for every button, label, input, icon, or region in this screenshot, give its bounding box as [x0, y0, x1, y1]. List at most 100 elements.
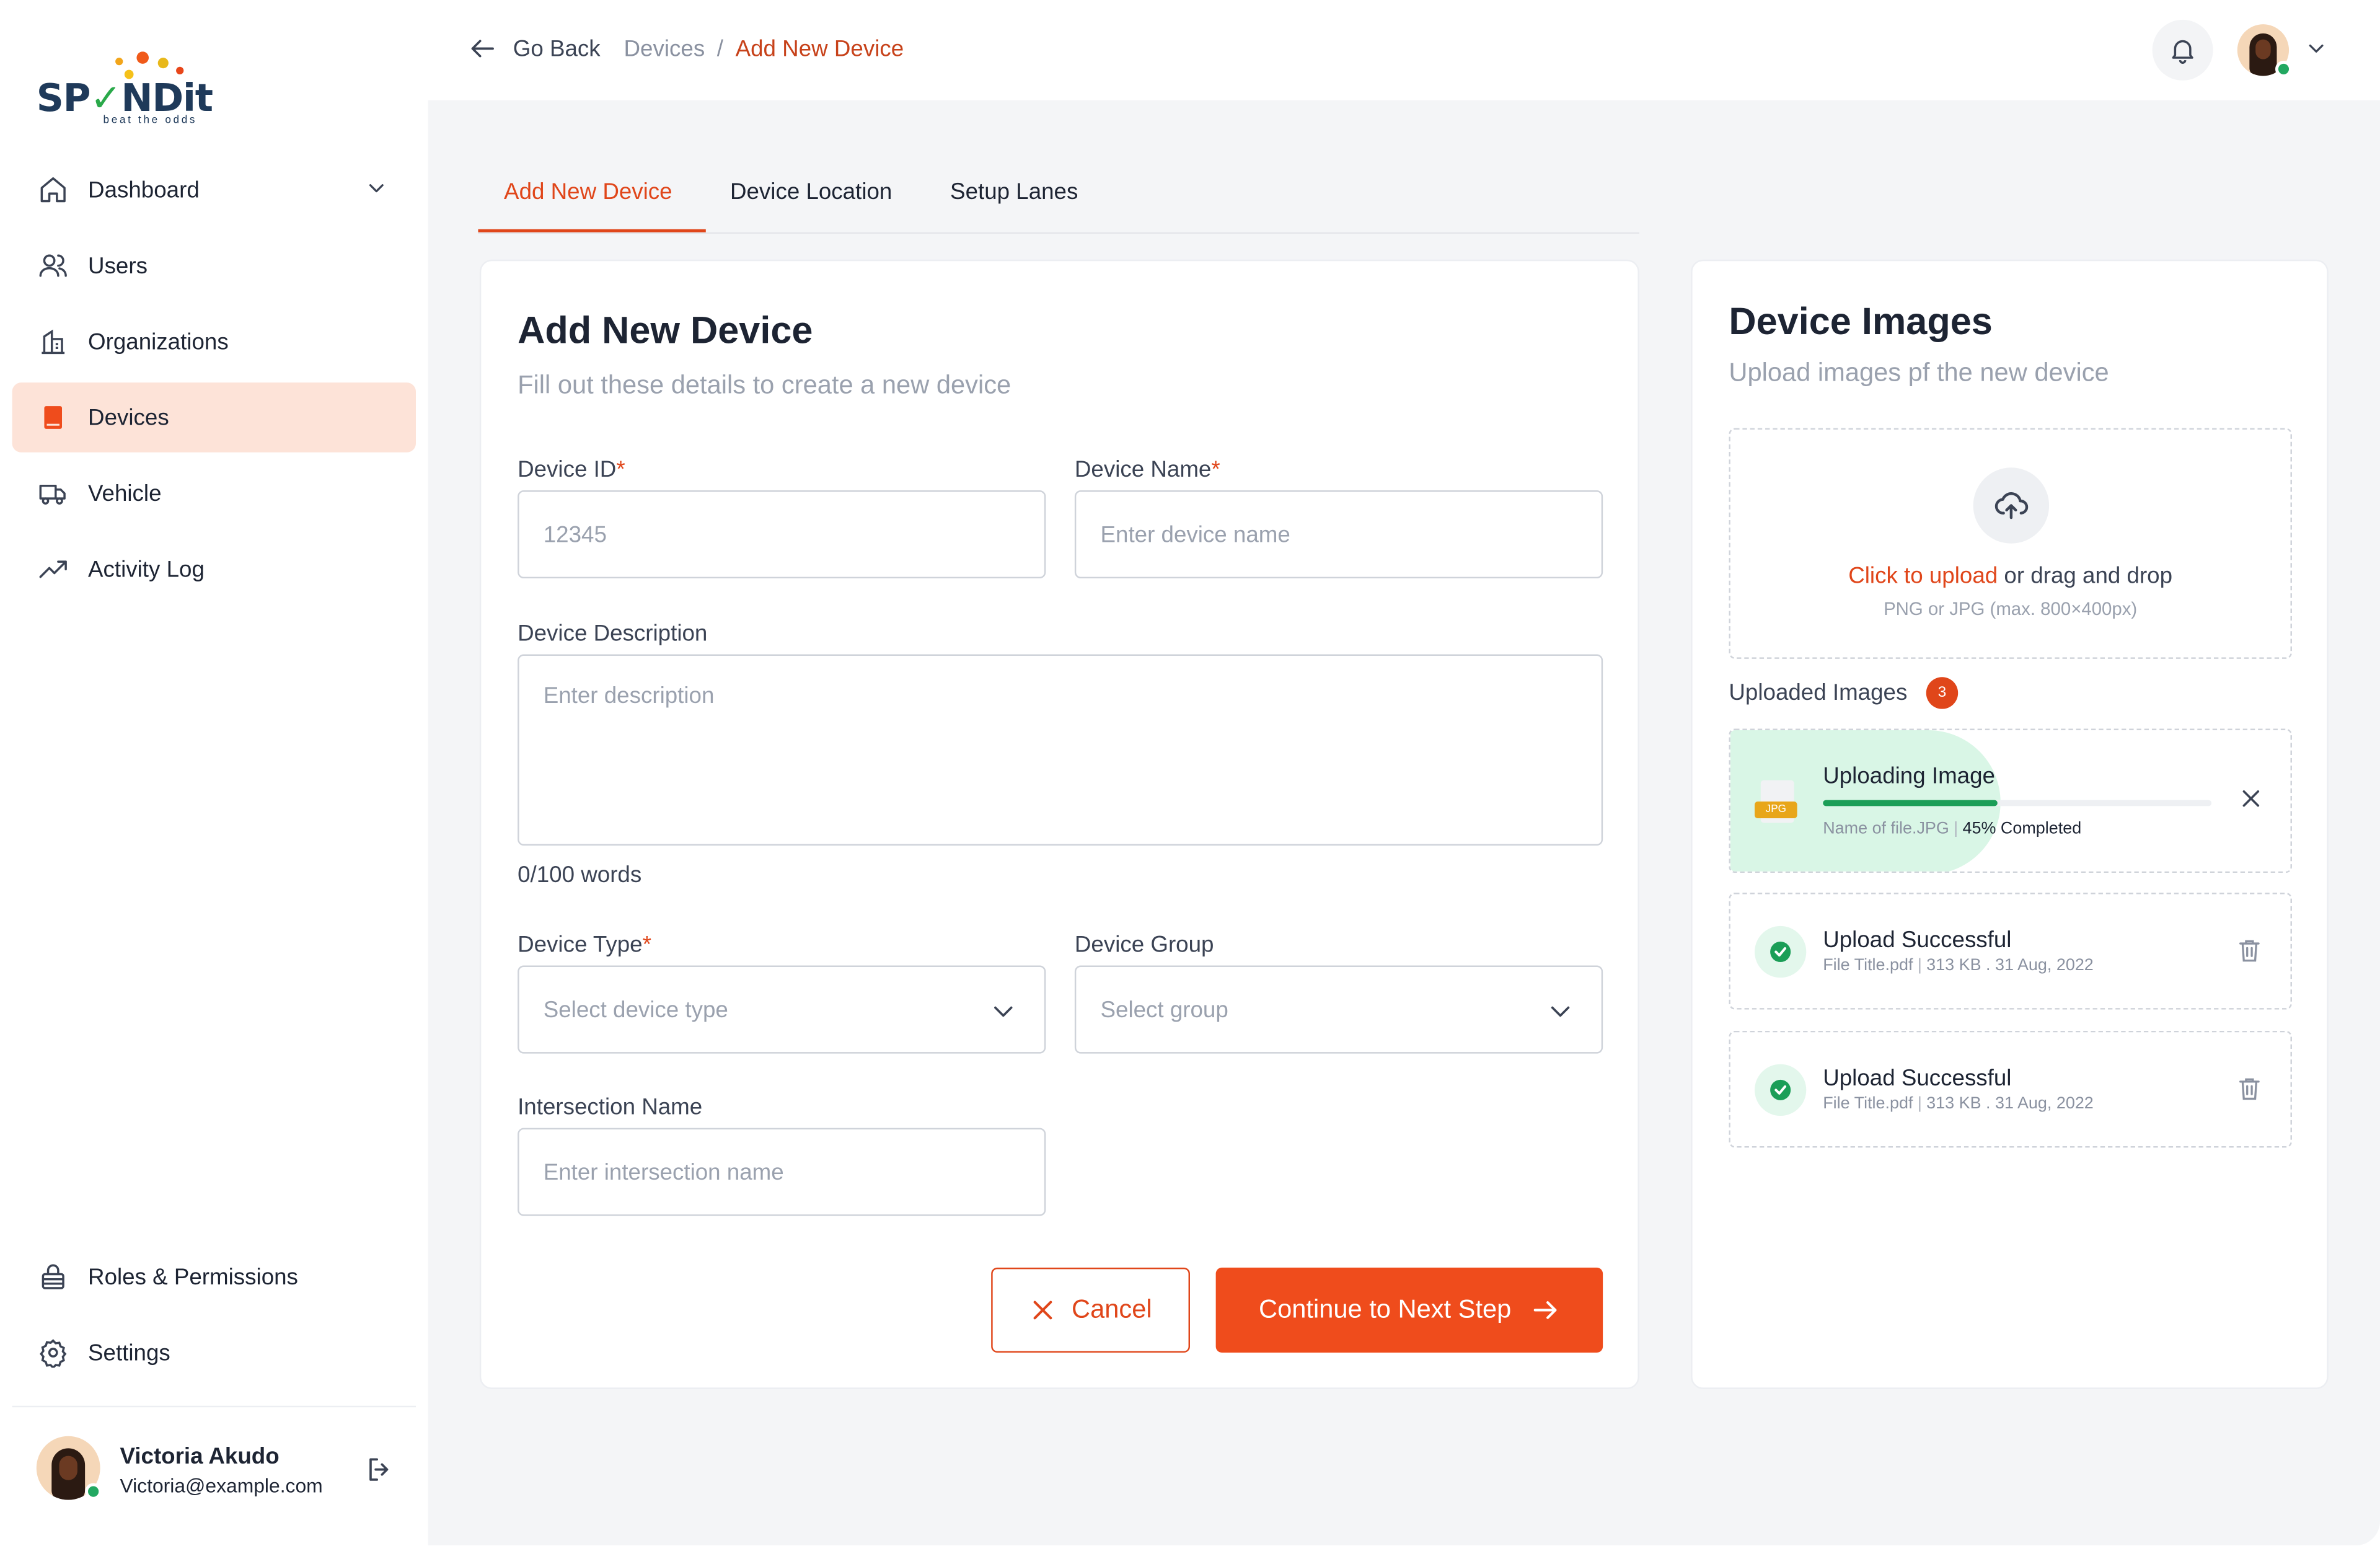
- device-icon: [37, 401, 70, 435]
- sidebar-item-users[interactable]: Users: [12, 231, 416, 301]
- image-dropzone[interactable]: Click to upload or drag and drop PNG or …: [1729, 428, 2292, 659]
- active-tab-indicator: [478, 229, 706, 232]
- sidebar-item-roles-permissions[interactable]: Roles & Permissions: [12, 1242, 416, 1312]
- user-email: Victoria@example.com: [120, 1473, 323, 1497]
- sidebar-item-label: Devices: [88, 404, 169, 431]
- upload-progress-bar: [1823, 800, 2212, 806]
- device-group-select[interactable]: Select group: [1074, 965, 1603, 1054]
- device-id-label: Device ID*: [518, 457, 625, 483]
- bell-icon: [2172, 40, 2193, 64]
- continue-next-step-button[interactable]: Continue to Next Step: [1215, 1267, 1603, 1353]
- device-id-field[interactable]: 12345: [518, 490, 1046, 579]
- sidebar-divider: [12, 1405, 416, 1408]
- sidebar-item-activity-log[interactable]: Activity Log: [12, 534, 416, 604]
- breadcrumb-separator: /: [716, 36, 724, 63]
- top-header: Go Back Devices / Add New Device: [428, 0, 2380, 100]
- check-circle-icon: [1755, 925, 1807, 978]
- sidebar: SP✓NDit beat the odds Dashboard Users Or…: [0, 0, 428, 1546]
- sidebar-item-settings[interactable]: Settings: [12, 1318, 416, 1388]
- go-back-button[interactable]: Go Back: [467, 33, 601, 64]
- close-icon: [1033, 1301, 1052, 1320]
- uploaded-images-label: Uploaded Images: [1729, 680, 1908, 706]
- sidebar-item-label: Organizations: [88, 329, 229, 355]
- truck-icon: [37, 477, 70, 510]
- logo-wordmark: SP✓NDit: [36, 76, 213, 120]
- trash-icon[interactable]: [2236, 1075, 2263, 1110]
- upload-status-title: Upload Successful: [1823, 1066, 2012, 1092]
- cancel-button[interactable]: Cancel: [991, 1267, 1191, 1353]
- device-images-card: Device Images Upload images pf the new d…: [1691, 259, 2329, 1389]
- intersection-name-field[interactable]: Enter intersection name: [518, 1128, 1046, 1216]
- uploaded-file-row: Upload Successful File Title.pdf | 313 KB …: [1729, 893, 2292, 1010]
- intersection-name-label: Intersection Name: [518, 1094, 703, 1121]
- uploading-file-row: JPG Uploading Image Name of file.JPG | 45%…: [1729, 728, 2292, 873]
- upload-cloud-icon: [1973, 467, 2050, 544]
- gear-icon: [37, 1336, 70, 1369]
- upload-status-title: Upload Successful: [1823, 927, 2012, 953]
- close-icon[interactable]: [2239, 787, 2263, 818]
- app-window: SP✓NDit beat the odds Dashboard Users Or…: [0, 0, 2380, 1546]
- check-circle-icon: [1755, 1064, 1807, 1116]
- sidebar-item-organizations[interactable]: Organizations: [12, 307, 416, 377]
- uploaded-file-row: Upload Successful File Title.pdf | 313 KB …: [1729, 1030, 2292, 1148]
- device-description-field[interactable]: Enter description: [518, 654, 1603, 846]
- online-status-dot: [85, 1483, 102, 1500]
- online-status-dot: [2275, 60, 2292, 77]
- logout-icon[interactable]: [364, 1454, 395, 1492]
- step-tabs: Add New Device Device Location Setup Lan…: [478, 158, 1639, 234]
- sidebar-nav: Dashboard Users Organizations Devices Ve…: [12, 155, 416, 611]
- click-to-upload-link[interactable]: Click to upload: [1848, 563, 1998, 590]
- images-title: Device Images: [1729, 300, 1993, 343]
- sidebar-item-label: Settings: [88, 1340, 170, 1366]
- users-icon: [37, 249, 70, 283]
- uploading-title: Uploading Image: [1823, 763, 1995, 790]
- form-title: Add New Device: [518, 309, 813, 353]
- device-description-label: Device Description: [518, 621, 708, 647]
- chevron-down-icon: [1547, 997, 1574, 1031]
- building-icon: [37, 325, 70, 358]
- word-count: 0/100 words: [518, 862, 642, 888]
- tab-setup-lanes[interactable]: Setup Lanes: [950, 179, 1078, 205]
- user-name: Victoria Akudo: [120, 1443, 280, 1470]
- device-group-label: Device Group: [1074, 932, 1214, 958]
- tab-add-new-device[interactable]: Add New Device: [504, 179, 672, 205]
- logo-tagline: beat the odds: [103, 115, 198, 126]
- uploaded-count-badge: 3: [1926, 677, 1959, 709]
- tab-device-location[interactable]: Device Location: [730, 179, 892, 205]
- sidebar-item-label: Users: [88, 252, 148, 279]
- sidebar-item-label: Roles & Permissions: [88, 1263, 298, 1290]
- notifications-button[interactable]: [2152, 19, 2213, 81]
- chevron-down-icon[interactable]: [364, 176, 389, 206]
- arrow-right-icon: [1533, 1301, 1556, 1319]
- user-profile-card: Victoria Akudo Victoria@example.com: [36, 1436, 401, 1506]
- uploading-meta: Name of file.JPG | 45% Completed: [1823, 819, 2082, 838]
- images-subtitle: Upload images pf the new device: [1729, 358, 2109, 387]
- lock-icon: [37, 1260, 70, 1294]
- device-form-card: Add New Device Fill out these details to…: [479, 259, 1639, 1389]
- file-meta: File Title.pdf | 313 KB . 31 Aug, 2022: [1823, 956, 2094, 975]
- sidebar-bottom-nav: Roles & Permissions Settings: [12, 1242, 416, 1394]
- breadcrumb-devices[interactable]: Devices: [624, 37, 705, 63]
- breadcrumb-current: Add New Device: [735, 36, 904, 63]
- go-back-label: Go Back: [513, 35, 601, 62]
- device-name-label: Device Name*: [1074, 457, 1220, 483]
- device-type-select[interactable]: Select device type: [518, 965, 1046, 1054]
- sidebar-item-vehicle[interactable]: Vehicle: [12, 459, 416, 529]
- form-subtitle: Fill out these details to create a new d…: [518, 370, 1011, 400]
- brand-logo[interactable]: SP✓NDit beat the odds: [37, 48, 219, 130]
- sidebar-item-label: Dashboard: [88, 177, 200, 203]
- main-content: Add New Device Device Location Setup Lan…: [428, 100, 2380, 1546]
- file-meta: File Title.pdf | 313 KB . 31 Aug, 2022: [1823, 1094, 2094, 1113]
- sidebar-item-label: Activity Log: [88, 556, 205, 583]
- dropzone-hint: PNG or JPG (max. 800×400px): [1884, 598, 2138, 620]
- sidebar-item-label: Vehicle: [88, 480, 162, 506]
- device-name-field[interactable]: Enter device name: [1074, 490, 1603, 579]
- chevron-down-icon[interactable]: [2304, 37, 2329, 68]
- device-type-label: Device Type*: [518, 932, 651, 958]
- sidebar-item-dashboard[interactable]: Dashboard: [12, 155, 416, 225]
- sidebar-item-devices[interactable]: Devices: [12, 382, 416, 453]
- arrow-left-icon: [471, 40, 494, 58]
- trend-icon: [37, 552, 70, 586]
- upload-progress-fill: [1823, 800, 1998, 806]
- trash-icon[interactable]: [2236, 937, 2263, 971]
